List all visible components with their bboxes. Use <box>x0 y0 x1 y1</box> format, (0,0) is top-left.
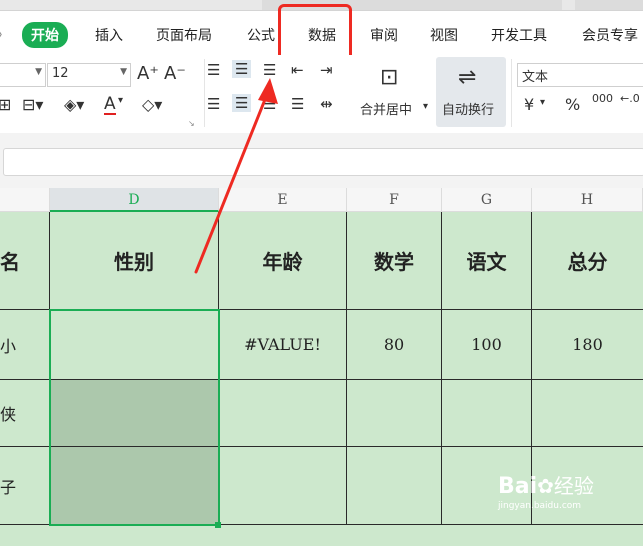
paw-icon: ✿ <box>537 474 554 498</box>
arrow-head <box>258 78 278 104</box>
watermark: Bai✿经验 jingyan.baidu.com <box>498 470 594 511</box>
arrow-shaft <box>194 90 270 274</box>
watermark-brand2: 经验 <box>553 474 594 498</box>
watermark-brand: Bai <box>498 474 538 499</box>
watermark-url: jingyan.baidu.com <box>498 501 582 511</box>
annotation-arrow <box>194 78 278 274</box>
